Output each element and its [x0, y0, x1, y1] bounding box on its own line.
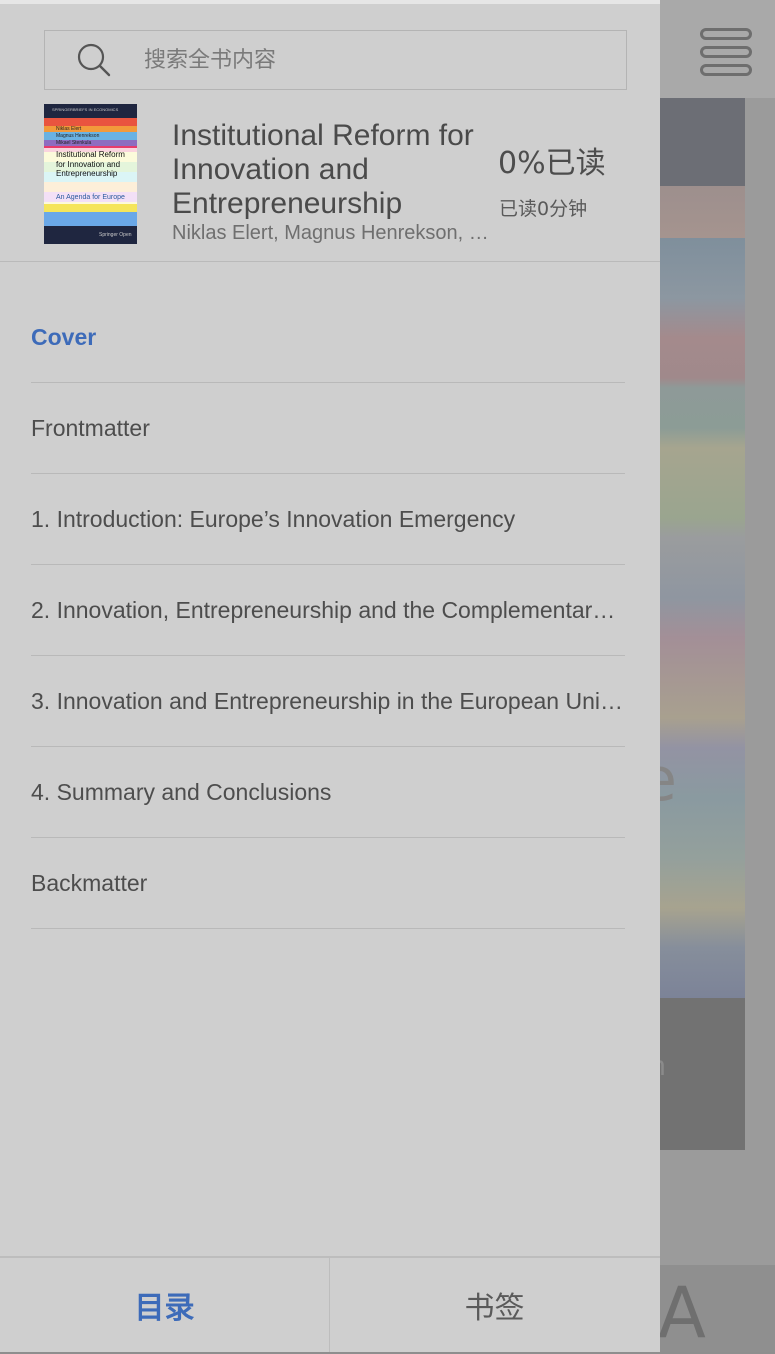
cover-series-label: SPRINGERBRIEFS IN ECONOMICS [52, 107, 119, 112]
read-time: 已读0分钟 [499, 198, 588, 220]
cover-title: Institutional Reform for Innovation and … [56, 150, 125, 178]
cover-subtitle: An Agenda for Europe [56, 194, 125, 201]
read-progress: 0%已读 [498, 146, 606, 181]
publisher-logo: Springer Open [99, 232, 132, 238]
toc-item-chapter-3[interactable]: 3. Innovation and Entrepreneurship in th… [31, 656, 625, 747]
book-cover-thumbnail[interactable]: SPRINGERBRIEFS IN ECONOMICS Niklas Elert… [44, 104, 137, 244]
toc-drawer: SPRINGERBRIEFS IN ECONOMICS Niklas Elert… [0, 0, 660, 1352]
toc-item-cover[interactable]: Cover [31, 292, 625, 383]
search-input[interactable] [130, 32, 624, 88]
drawer-tab-bar: 目录 书签 [0, 1256, 660, 1352]
search-icon[interactable] [76, 42, 112, 78]
book-authors: Niklas Elert, Magnus Henrekson, Mikael S… [172, 222, 494, 244]
toc-item-chapter-2[interactable]: 2. Innovation, Entrepreneurship and the … [31, 565, 625, 656]
tab-bookmarks[interactable]: 书签 [330, 1258, 659, 1352]
font-size-button[interactable]: A [658, 1272, 706, 1354]
drawer-top-edge [0, 0, 660, 4]
toc-item-backmatter[interactable]: Backmatter [31, 838, 625, 929]
table-of-contents: Cover Frontmatter 1. Introduction: Europ… [31, 292, 625, 929]
book-title: Institutional Reform for Innovation and … [172, 119, 474, 220]
toc-item-chapter-1[interactable]: 1. Introduction: Europe’s Innovation Eme… [31, 474, 625, 565]
tab-contents[interactable]: 目录 [0, 1258, 329, 1352]
toc-item-chapter-4[interactable]: 4. Summary and Conclusions [31, 747, 625, 838]
cover-authors: Niklas Elert Magnus Henrekson Mikael Ste… [56, 126, 100, 146]
toc-item-frontmatter[interactable]: Frontmatter [31, 383, 625, 474]
header-divider [0, 261, 660, 262]
menu-icon[interactable] [700, 28, 754, 76]
